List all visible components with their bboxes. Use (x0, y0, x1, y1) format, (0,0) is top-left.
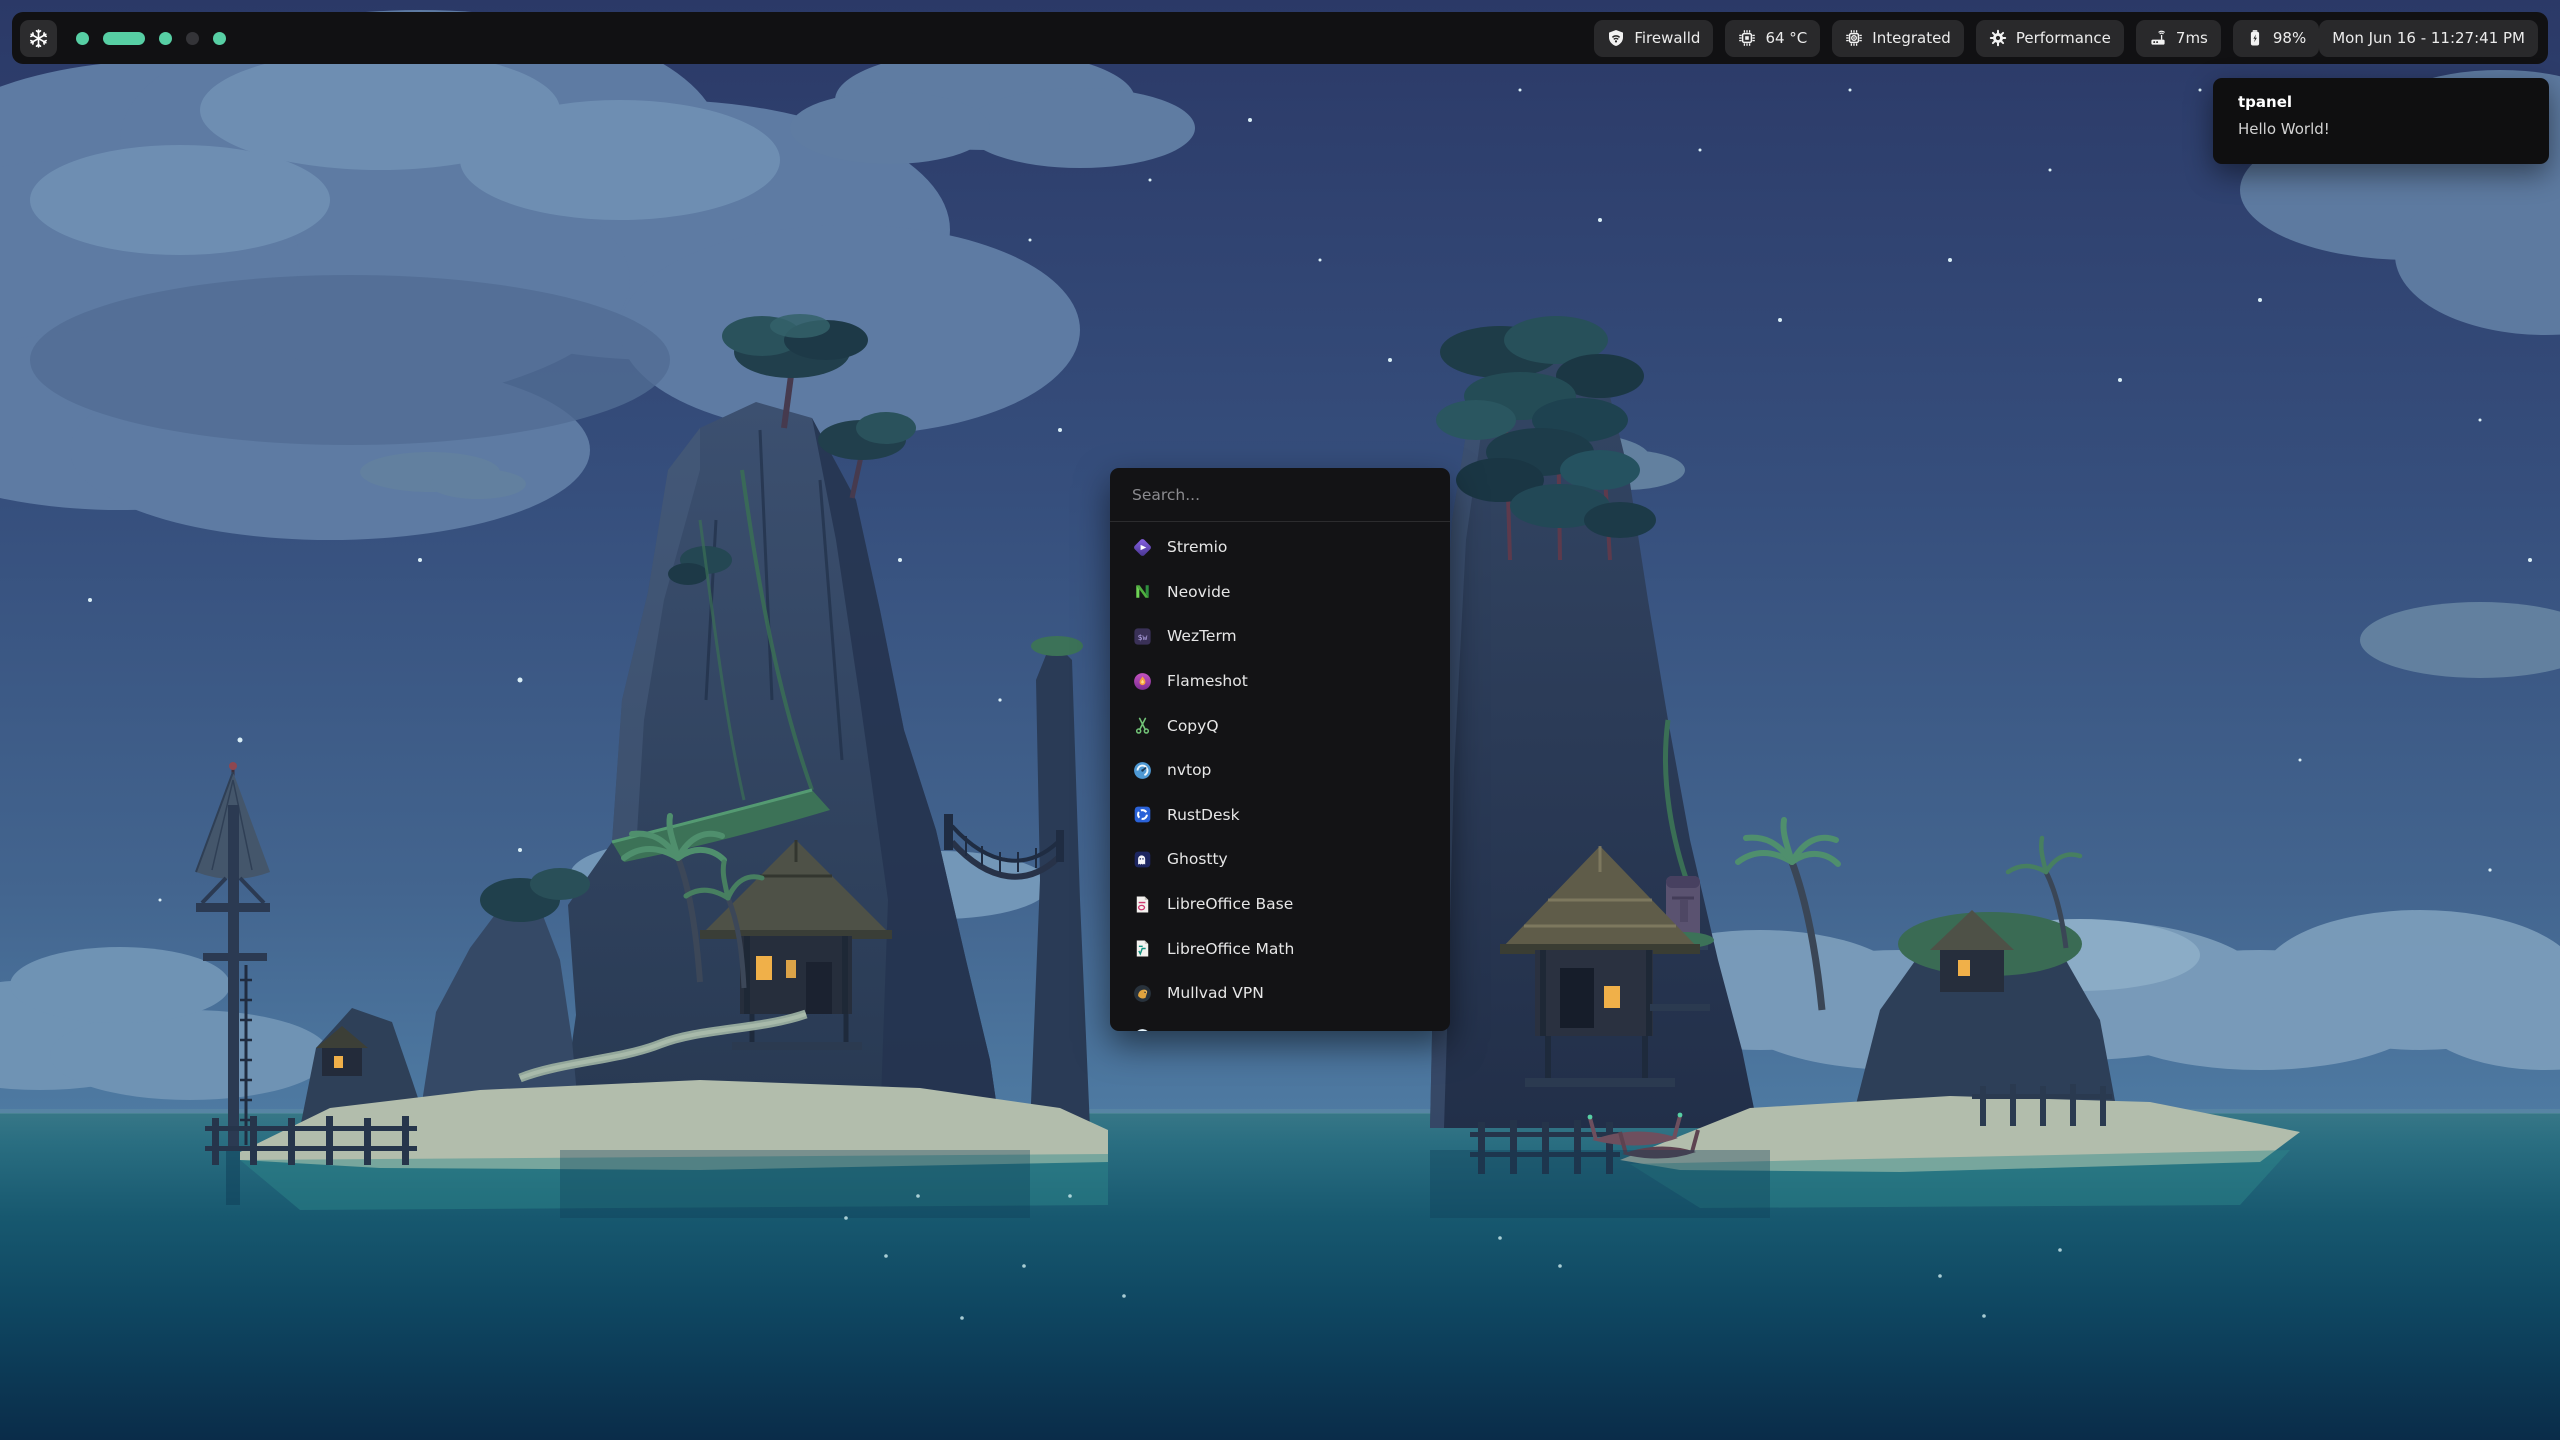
workspace-5-occupied[interactable] (213, 32, 226, 45)
launcher-item-stremio[interactable]: Stremio (1110, 525, 1450, 570)
widget-firewalld[interactable]: Firewalld (1594, 20, 1713, 57)
nvtop-gauge-icon (1132, 760, 1153, 781)
svg-text:$w: $w (1138, 633, 1148, 642)
launcher-item-copyq[interactable]: CopyQ (1110, 703, 1450, 748)
widget-power-profile-label: Performance (2016, 29, 2111, 47)
app-launcher: Stremio Neovide $w WezTerm Flameshot CopyQ nvt… (1110, 468, 1450, 1031)
launcher-item-libreoffice-math[interactable]: LibreOffice Math (1110, 926, 1450, 971)
router-icon (2149, 29, 2167, 47)
launcher-item-neovide[interactable]: Neovide (1110, 570, 1450, 615)
widget-power-profile[interactable]: Performance (1976, 20, 2124, 57)
workspace-1-occupied[interactable] (76, 32, 89, 45)
widget-battery-label: 98% (2273, 29, 2306, 47)
libreoffice-base-icon (1132, 894, 1153, 915)
firewall-shield-icon (1607, 29, 1625, 47)
status-widgets: Firewalld 64 °C Integrated Performance 7ms 98… (1594, 20, 2319, 57)
launcher-item-wezterm[interactable]: $w WezTerm (1110, 614, 1450, 659)
launcher-item-ghostty[interactable]: Ghostty (1110, 837, 1450, 882)
gear-icon (1989, 29, 2007, 47)
widget-latency[interactable]: 7ms (2136, 20, 2221, 57)
ghostty-icon (1132, 849, 1153, 870)
launcher-item-label: Flameshot (1167, 672, 1248, 690)
wezterm-icon: $w (1132, 626, 1153, 647)
cpu-icon (1738, 29, 1756, 47)
widget-firewalld-label: Firewalld (1634, 29, 1700, 47)
launcher-item-mullvad-vpn[interactable]: Mullvad VPN (1110, 971, 1450, 1016)
widget-cpu-temp[interactable]: 64 °C (1725, 20, 1820, 57)
clock-widget[interactable]: Mon Jun 16 - 11:27:41 PM (2319, 20, 2538, 57)
stremio-icon (1132, 537, 1153, 558)
launcher-item-label: Stremio (1167, 538, 1227, 556)
top-panel: Firewalld 64 °C Integrated Performance 7ms 98… (12, 12, 2548, 64)
launcher-item-label: LibreOffice Math (1167, 940, 1294, 958)
widget-latency-label: 7ms (2176, 29, 2208, 47)
widget-gpu-mode[interactable]: Integrated (1832, 20, 1964, 57)
launcher-item-label: RustDesk (1167, 806, 1240, 824)
search-input[interactable] (1132, 486, 1428, 504)
workspace-3-occupied[interactable] (159, 32, 172, 45)
launcher-item-label: Neovide (1167, 583, 1230, 601)
launcher-item-nixos-manual[interactable]: NixOS Manual (1110, 1016, 1450, 1031)
neovide-icon (1132, 581, 1153, 602)
launcher-item-label: CopyQ (1167, 717, 1219, 735)
clock-label: Mon Jun 16 - 11:27:41 PM (2332, 29, 2525, 47)
launcher-item-label: NixOS Manual (1167, 1029, 1275, 1031)
libreoffice-math-icon (1132, 938, 1153, 959)
copyq-scissors-icon (1132, 715, 1153, 736)
workspace-4-empty[interactable] (186, 32, 199, 45)
workspace-2-active[interactable] (103, 32, 145, 45)
widget-cpu-temp-label: 64 °C (1765, 29, 1807, 47)
launcher-search (1110, 468, 1450, 521)
desktop: Firewalld 64 °C Integrated Performance 7ms 98… (0, 0, 2560, 1440)
launcher-item-rustdesk[interactable]: RustDesk (1110, 793, 1450, 838)
launcher-item-nvtop[interactable]: nvtop (1110, 748, 1450, 793)
widget-gpu-mode-label: Integrated (1872, 29, 1951, 47)
battery-bolt-icon (2246, 29, 2264, 47)
mullvad-icon (1132, 983, 1153, 1004)
launcher-item-label: nvtop (1167, 761, 1211, 779)
launcher-item-label: Ghostty (1167, 850, 1228, 868)
launcher-item-label: WezTerm (1167, 627, 1237, 645)
notification-toast[interactable]: tpanel Hello World! (2213, 78, 2549, 164)
flameshot-icon (1132, 671, 1153, 692)
launcher-item-libreoffice-base[interactable]: LibreOffice Base (1110, 882, 1450, 927)
rustdesk-icon (1132, 804, 1153, 825)
launcher-results: Stremio Neovide $w WezTerm Flameshot CopyQ nvt… (1110, 522, 1450, 1031)
widget-battery[interactable]: 98% (2233, 20, 2319, 57)
nixos-manual-icon (1132, 1027, 1153, 1031)
gpu-icon (1845, 29, 1863, 47)
launcher-item-label: LibreOffice Base (1167, 895, 1293, 913)
notification-body: Hello World! (2238, 120, 2524, 138)
notification-title: tpanel (2238, 93, 2524, 111)
snowflake-logo-icon (27, 27, 50, 50)
launcher-logo-button[interactable] (20, 20, 57, 57)
workspace-indicators (76, 32, 226, 45)
launcher-item-flameshot[interactable]: Flameshot (1110, 659, 1450, 704)
launcher-item-label: Mullvad VPN (1167, 984, 1264, 1002)
